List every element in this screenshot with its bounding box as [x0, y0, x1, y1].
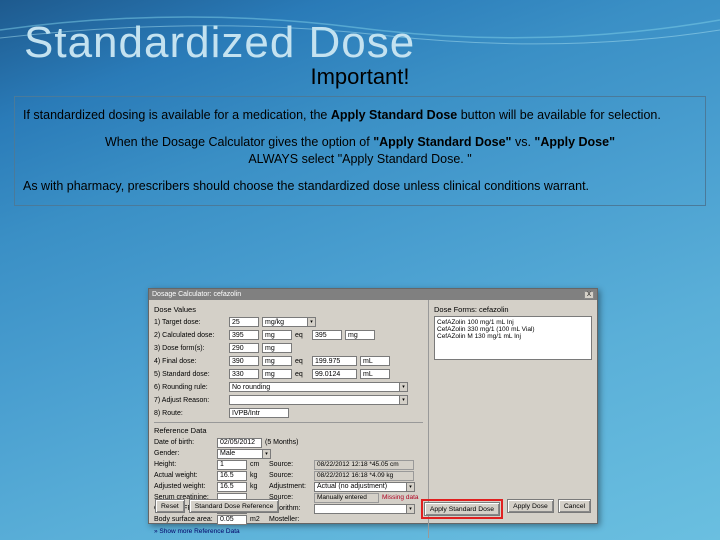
reference-data-label: Reference Data: [154, 426, 423, 435]
slide: Standardized Dose Important! If standard…: [0, 0, 720, 540]
paragraph-1: If standardized dosing is available for …: [23, 107, 697, 124]
reset-button[interactable]: Reset: [155, 499, 185, 513]
slide-title: Standardized Dose: [0, 0, 720, 68]
chevron-down-icon[interactable]: ▾: [399, 382, 408, 392]
route-label: 8) Route:: [154, 410, 226, 417]
dosage-calculator-dialog: Dosage Calculator: cefazolin X Dose Valu…: [148, 288, 598, 524]
titlebar[interactable]: Dosage Calculator: cefazolin X: [149, 289, 597, 300]
list-item[interactable]: CefAZolin 100 mg/1 mL Inj: [437, 319, 589, 326]
list-item[interactable]: CefAZolin M 130 mg/1 mL Inj: [437, 333, 589, 340]
dialog-footer: Reset Standard Dose Reference Apply Stan…: [149, 499, 597, 519]
info-textbox: If standardized dosing is available for …: [14, 96, 706, 206]
chevron-down-icon[interactable]: ▾: [399, 395, 408, 405]
chevron-down-icon[interactable]: ▾: [406, 482, 415, 492]
target-dose-label: 1) Target dose:: [154, 319, 226, 326]
calc-dose-label: 2) Calculated dose:: [154, 332, 226, 339]
dose-values-label: Dose Values: [154, 305, 423, 314]
target-dose-unit[interactable]: mg/kg: [262, 317, 307, 327]
rounding-label: 6) Rounding rule:: [154, 384, 226, 391]
paragraph-3: As with pharmacy, prescribers should cho…: [23, 178, 697, 195]
dose-forms-list[interactable]: CefAZolin 100 mg/1 mL Inj CefAZolin 330 …: [434, 316, 592, 360]
dose-forms-group-label: Dose Forms: cefazolin: [434, 305, 592, 314]
apply-standard-dose-button[interactable]: Apply Standard Dose: [424, 502, 500, 516]
dose-forms-label: 3) Dose form(s):: [154, 345, 226, 352]
show-more-link[interactable]: » Show more Reference Data: [154, 528, 423, 535]
dialog-title: Dosage Calculator: cefazolin: [152, 291, 241, 298]
list-item[interactable]: CefAZolin 330 mg/1 (100 mL Vial): [437, 326, 589, 333]
apply-dose-button[interactable]: Apply Dose: [507, 499, 554, 513]
chevron-down-icon[interactable]: ▾: [307, 317, 316, 327]
chevron-down-icon[interactable]: ▾: [262, 449, 271, 459]
std-dose-label: 5) Standard dose:: [154, 371, 226, 378]
target-dose-input[interactable]: 25: [229, 317, 259, 327]
standard-dose-reference-button[interactable]: Standard Dose Reference: [189, 499, 280, 513]
paragraph-2: When the Dosage Calculator gives the opt…: [23, 134, 697, 168]
close-icon[interactable]: X: [584, 291, 594, 299]
final-dose-label: 4) Final dose:: [154, 358, 226, 365]
highlight-box: Apply Standard Dose: [421, 499, 503, 519]
adjust-reason-label: 7) Adjust Reason:: [154, 397, 226, 404]
cancel-button[interactable]: Cancel: [558, 499, 591, 513]
